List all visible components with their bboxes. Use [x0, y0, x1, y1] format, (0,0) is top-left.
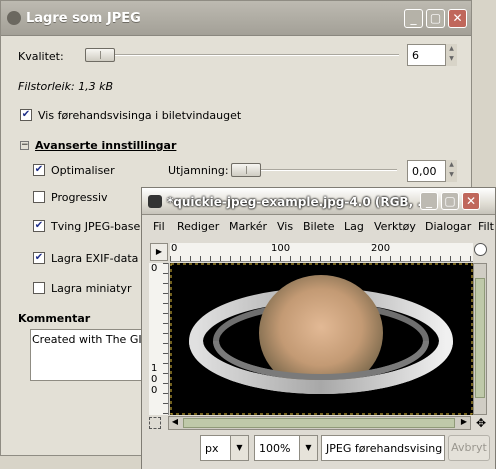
ruler-label: 0 [151, 385, 158, 396]
baseline-label: Tving JPEG-baselin [51, 220, 154, 233]
progressive-label: Progressiv [51, 191, 108, 204]
smoothing-value: 0,00 [412, 165, 437, 178]
image-menu-button[interactable]: ▶ [150, 243, 168, 261]
close-icon[interactable]: ✕ [462, 192, 480, 210]
menu-edit[interactable]: Rediger [177, 220, 219, 233]
maximize-icon[interactable]: ▢ [441, 192, 459, 210]
thumbnail-label: Lagra miniatyr [51, 282, 132, 295]
quality-value: 6 [412, 49, 419, 62]
exif-label: Lagra EXIF-data [51, 252, 139, 265]
image-window-titlebar[interactable]: *quickie-jpeg-example.jpg-4.0 (RGB, ... … [142, 188, 495, 215]
minimize-icon[interactable]: _ [420, 192, 438, 210]
ruler-label: 100 [271, 243, 291, 254]
spin-arrows-icon[interactable]: ▲ ▼ [445, 160, 457, 182]
ruler-label: 0 [171, 243, 178, 254]
menu-select[interactable]: Markér [229, 220, 267, 233]
close-icon[interactable]: ✕ [448, 9, 467, 28]
comment-header: Kommentar [18, 312, 91, 325]
vertical-scrollbar[interactable] [473, 263, 487, 415]
unit-value: px [205, 442, 219, 455]
image-window-title: *quickie-jpeg-example.jpg-4.0 (RGB, ... [167, 195, 431, 209]
quality-slider[interactable] [85, 54, 399, 56]
ruler-label: 200 [371, 243, 391, 254]
saturn-image [170, 263, 473, 415]
maximize-icon[interactable]: ▢ [426, 9, 445, 28]
gimp-app-icon [148, 195, 162, 208]
status-text: JPEG førehandsvising (53 [326, 442, 444, 455]
spin-arrows-icon[interactable]: ▲ ▼ [445, 44, 457, 66]
horizontal-scrollbar[interactable]: ◀ ▶ [168, 416, 471, 430]
navigate-icon[interactable]: ✥ [475, 417, 487, 429]
status-text-box: JPEG førehandsvising (53 [321, 435, 445, 461]
smoothing-label: Utjamning: [168, 164, 229, 177]
horizontal-ruler[interactable]: 0 100 200 [170, 243, 473, 262]
menu-layer[interactable]: Lag [344, 220, 364, 233]
chevron-down-icon[interactable]: ▼ [230, 436, 248, 460]
gimp-app-icon [7, 11, 21, 25]
preview-checkbox[interactable]: ✔ [20, 109, 32, 121]
dialog-titlebar[interactable]: Lagre som JPEG _ ▢ ✕ [1, 1, 471, 36]
minimize-icon[interactable]: _ [404, 9, 423, 28]
ruler-label: 0 [151, 374, 158, 385]
menu-file[interactable]: Fil [153, 220, 165, 233]
baseline-checkbox[interactable]: ✔ [33, 220, 45, 232]
unit-select[interactable]: px ▼ [200, 435, 249, 461]
smoothing-slider-thumb[interactable] [231, 163, 261, 177]
chevron-down-icon[interactable]: ▼ [299, 436, 317, 460]
image-canvas[interactable] [170, 263, 473, 415]
menu-dialogs[interactable]: Dialogar [425, 220, 471, 233]
smoothing-spinbox[interactable]: 0,00 ▲ ▼ [407, 160, 457, 182]
menu-filters[interactable]: Filt [478, 220, 494, 233]
menubar: Fil Rediger Markér Vis Bilete Lag Verktø… [142, 216, 495, 236]
exif-checkbox[interactable]: ✔ [33, 252, 45, 264]
menu-image[interactable]: Bilete [303, 220, 335, 233]
ruler-label: 0 [151, 263, 158, 274]
dialog-title: Lagre som JPEG [26, 11, 141, 26]
quickmask-icon[interactable] [149, 417, 161, 429]
thumbnail-checkbox[interactable] [33, 282, 45, 294]
menu-view[interactable]: Vis [277, 220, 293, 233]
progressive-checkbox[interactable] [33, 191, 45, 203]
quality-label: Kvalitet: [18, 50, 64, 63]
quality-slider-thumb[interactable] [85, 48, 115, 62]
cancel-label: Avbryt [451, 441, 487, 454]
ruler-ticks [163, 263, 168, 415]
statusbar: px ▼ 100% ▼ JPEG førehandsvising (53 Avb… [142, 433, 495, 469]
zoom-value: 100% [259, 442, 291, 455]
vertical-ruler[interactable]: 0 1 0 0 [149, 263, 169, 415]
cancel-button[interactable]: Avbryt [448, 435, 490, 461]
scroll-thumb[interactable] [475, 278, 485, 398]
optimize-checkbox[interactable]: ✔ [33, 164, 45, 176]
ruler-label: 1 [151, 363, 158, 374]
image-window: *quickie-jpeg-example.jpg-4.0 (RGB, ... … [141, 187, 496, 469]
ruler-ticks [170, 256, 473, 261]
zoom-select[interactable]: 100% ▼ [254, 435, 318, 461]
zoom-icon[interactable] [474, 243, 487, 256]
menu-tools[interactable]: Verktøy [374, 220, 416, 233]
filesize-text: Filstorleik: 1,3 kB [18, 80, 114, 93]
optimize-label: Optimaliser [51, 164, 115, 177]
collapse-icon[interactable]: − [20, 141, 29, 150]
scroll-left-icon[interactable]: ◀ [169, 417, 181, 429]
quality-spinbox[interactable]: 6 ▲ ▼ [407, 44, 457, 66]
scroll-thumb[interactable] [183, 418, 455, 428]
scroll-right-icon[interactable]: ▶ [458, 417, 470, 429]
advanced-expander[interactable]: Avanserte innstillingar [35, 139, 176, 152]
comment-text: Created with The GIMP [32, 333, 158, 346]
preview-label: Vis førehandsvisinga i biletvindauget [38, 109, 242, 122]
